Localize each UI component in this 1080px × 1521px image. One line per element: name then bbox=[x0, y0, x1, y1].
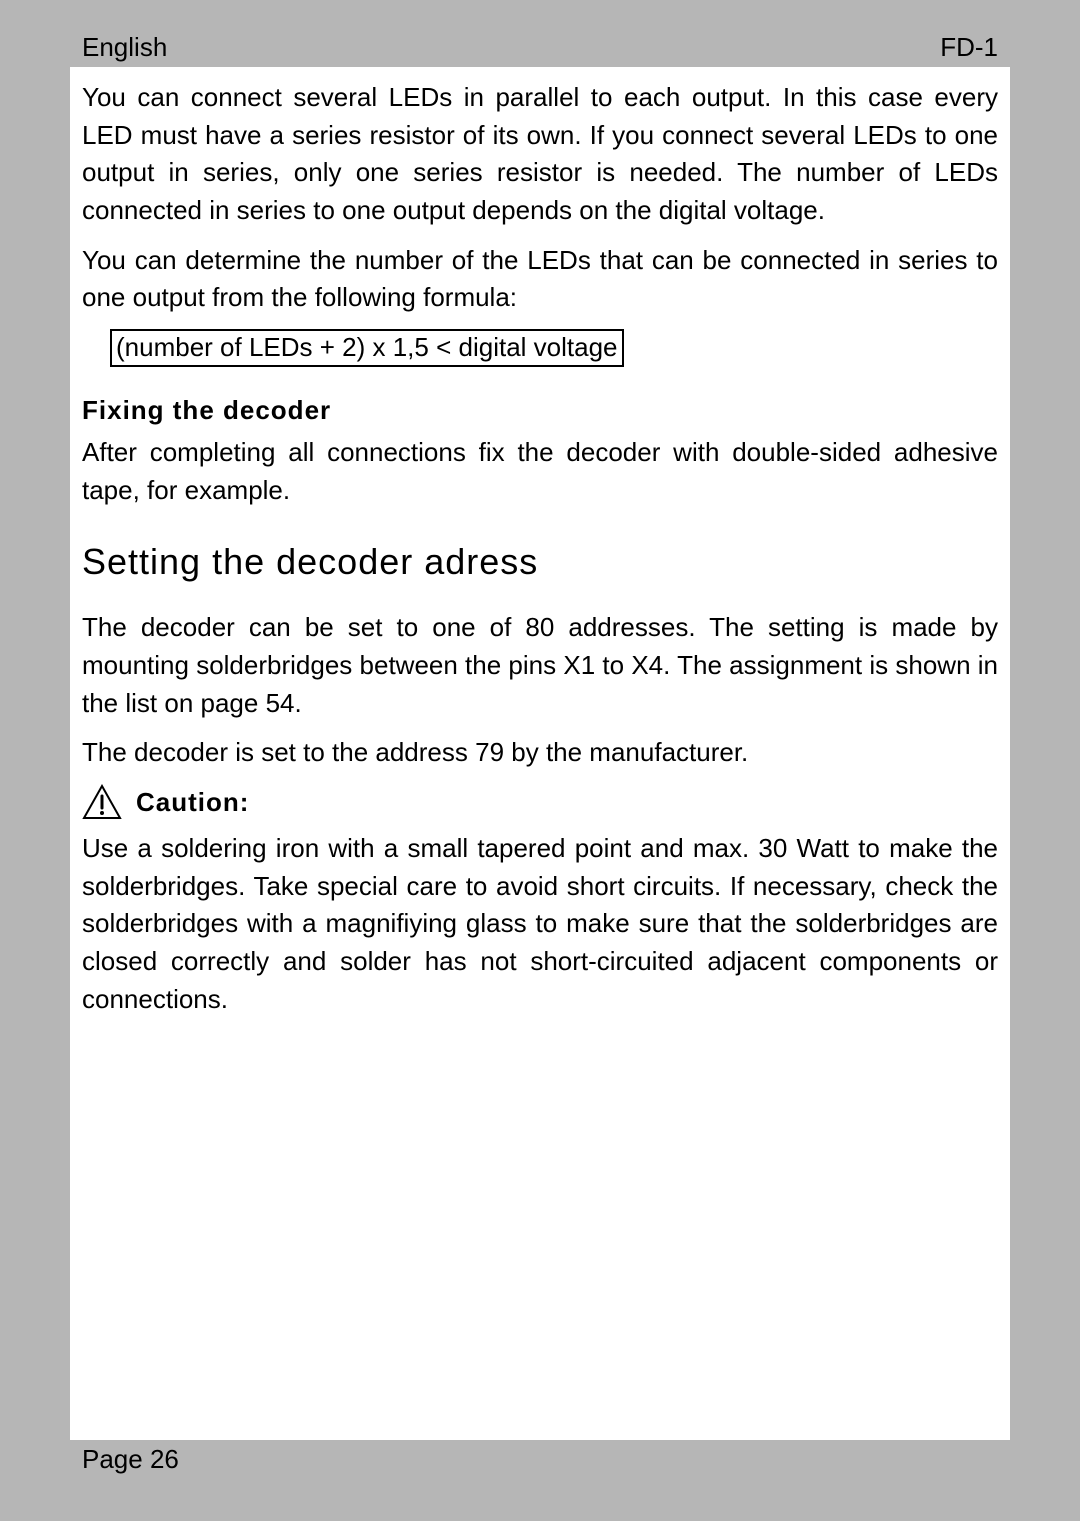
header-doc-code: FD-1 bbox=[940, 32, 998, 63]
caution-label: Caution: bbox=[136, 787, 249, 818]
paragraph-fixing: After completing all connections fix the… bbox=[82, 434, 998, 509]
page-number: Page 26 bbox=[82, 1444, 179, 1474]
warning-triangle-icon bbox=[82, 784, 122, 820]
subheading-fixing-decoder: Fixing the decoder bbox=[82, 395, 998, 426]
footer-bar: Page 26 bbox=[70, 1440, 1010, 1481]
paragraph-default-address: The decoder is set to the address 79 by … bbox=[82, 734, 998, 772]
header-language: English bbox=[82, 32, 167, 63]
document-page: English FD-1 You can connect several LED… bbox=[0, 0, 1080, 1521]
paragraph-formula-intro: You can determine the number of the LEDs… bbox=[82, 242, 998, 317]
paragraph-addresses: The decoder can be set to one of 80 addr… bbox=[82, 609, 998, 722]
formula-box: (number of LEDs + 2) x 1,5 < digital vol… bbox=[110, 329, 624, 367]
content-area: English FD-1 You can connect several LED… bbox=[70, 30, 1010, 1481]
header-bar: English FD-1 bbox=[70, 30, 1010, 67]
paragraph-caution-text: Use a soldering iron with a small tapere… bbox=[82, 830, 998, 1018]
paragraph-leds-parallel: You can connect several LEDs in parallel… bbox=[82, 79, 998, 230]
body-text: You can connect several LEDs in parallel… bbox=[70, 79, 1010, 1018]
section-heading-setting-address: Setting the decoder adress bbox=[82, 541, 998, 583]
caution-row: Caution: bbox=[82, 784, 998, 820]
